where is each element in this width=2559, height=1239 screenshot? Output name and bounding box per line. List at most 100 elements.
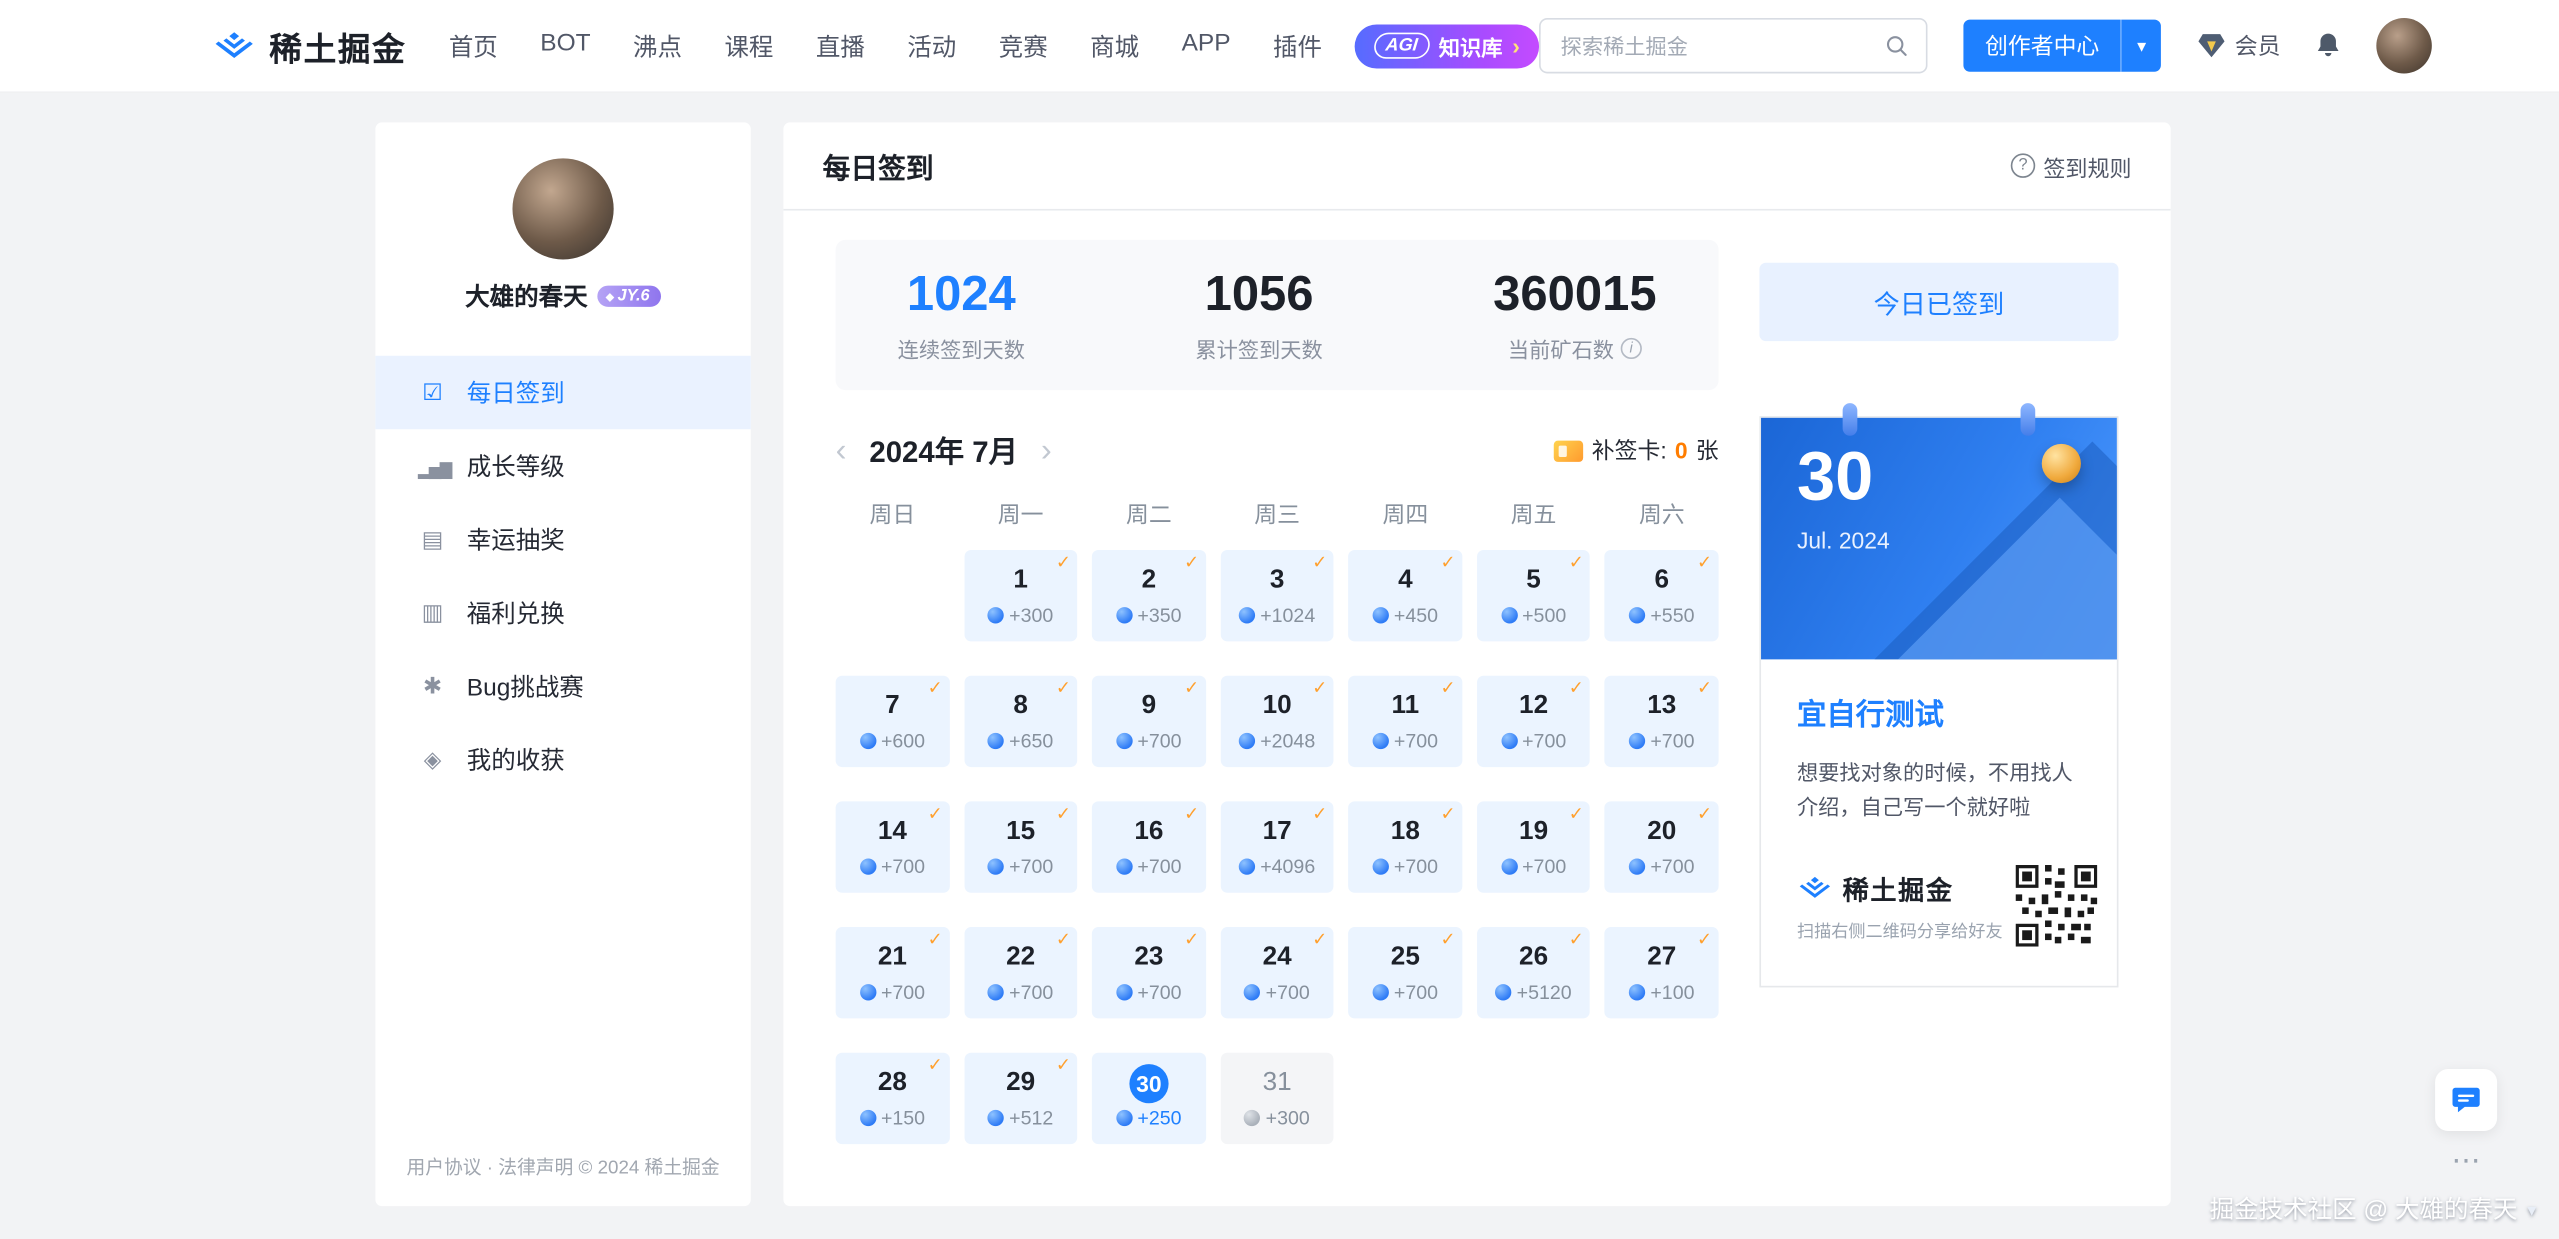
- nav-item[interactable]: 插件: [1273, 29, 1322, 63]
- calendar-day-cell[interactable]: 17 +4096: [1220, 801, 1334, 893]
- menu-icon: [418, 672, 447, 700]
- next-month-button[interactable]: ›: [1041, 434, 1052, 467]
- calendar-day-cell[interactable]: 24 +700: [1220, 927, 1334, 1019]
- calendar-day-cell[interactable]: 13 +700: [1605, 675, 1719, 768]
- reward-amount: +100: [1650, 980, 1695, 1004]
- calendar-day-cell[interactable]: 16 +700: [1092, 801, 1206, 893]
- stat-label: 累计签到天数: [1195, 337, 1323, 362]
- nav-item[interactable]: APP: [1182, 29, 1231, 63]
- logo[interactable]: 稀土掘金: [212, 22, 406, 69]
- reward-amount: +700: [880, 855, 926, 879]
- nav-item[interactable]: 活动: [907, 29, 956, 63]
- check-icon: [1697, 803, 1712, 824]
- calendar-day-cell[interactable]: 5 +500: [1476, 550, 1591, 642]
- sidebar-footer-links[interactable]: 用户协议 · 法律声明 © 2024 稀土掘金: [375, 1154, 750, 1180]
- check-icon: [928, 677, 943, 698]
- sidebar-menu-item[interactable]: Bug挑战赛: [375, 650, 750, 723]
- ore-icon: [1116, 984, 1133, 1001]
- calendar-day-cell[interactable]: 12 +700: [1476, 675, 1591, 768]
- prev-month-button[interactable]: ‹: [836, 434, 847, 467]
- signin-rules-link[interactable]: 签到规则: [2010, 149, 2132, 182]
- ore-icon: [1244, 1109, 1261, 1127]
- caret-down-icon: [2527, 1195, 2536, 1223]
- more-button[interactable]: [2435, 1144, 2497, 1183]
- makeup-card-entry[interactable]: 补签卡: 0 张: [1554, 434, 1719, 467]
- calendar-day-cell[interactable]: 15 +700: [963, 801, 1078, 893]
- calendar-day-cell[interactable]: 6 +550: [1605, 550, 1719, 642]
- weekday-label: 周五: [1510, 501, 1557, 528]
- calendar-month-label: 2024年 7月: [869, 435, 1018, 469]
- calendar-day-cell[interactable]: 10 +2048: [1220, 675, 1334, 768]
- profile-avatar[interactable]: [512, 158, 614, 260]
- ore-icon: [1500, 732, 1518, 750]
- creator-center-button[interactable]: 创作者中心: [1963, 19, 2162, 72]
- calendar-day-cell[interactable]: 9 +700: [1092, 675, 1206, 768]
- nav-item[interactable]: 课程: [724, 29, 773, 63]
- calendar-day-cell[interactable]: 3 +1024: [1220, 550, 1334, 642]
- search-input[interactable]: [1541, 33, 1868, 58]
- check-icon: [1184, 803, 1199, 824]
- calendar-day-cell[interactable]: 4 +450: [1348, 550, 1463, 642]
- user-avatar[interactable]: [2376, 17, 2433, 74]
- vip-diamond-icon: [2198, 34, 2225, 58]
- sidebar-menu-item[interactable]: 我的收获: [375, 723, 750, 796]
- sidebar-menu-item[interactable]: 幸运抽奖: [375, 503, 750, 576]
- agi-knowledge-badge[interactable]: AGI 知识库 ›: [1354, 23, 1540, 68]
- nav-item[interactable]: 首页: [449, 29, 498, 63]
- calendar-day-cell[interactable]: 22 +700: [963, 927, 1078, 1019]
- member-entry[interactable]: 会员: [2197, 29, 2280, 62]
- calendar-day-cell[interactable]: 27 +100: [1605, 927, 1719, 1019]
- reward-amount: +5120: [1516, 980, 1572, 1004]
- calendar-day-cell[interactable]: 14 +700: [835, 801, 950, 893]
- info-icon[interactable]: [1620, 337, 1642, 359]
- reward-amount: +700: [1137, 729, 1182, 753]
- calendar-day-cell[interactable]: 19 +700: [1476, 801, 1591, 893]
- sidebar-menu-item[interactable]: 每日签到: [375, 355, 751, 430]
- sidebar-menu-item[interactable]: 福利兑换: [375, 576, 750, 649]
- ore-icon: [1500, 858, 1518, 875]
- ore-icon: [1238, 858, 1256, 875]
- calendar-day-cell[interactable]: 8 +650: [963, 675, 1078, 768]
- calendar-day-cell[interactable]: 21 +700: [835, 927, 950, 1019]
- stat-label: 连续签到天数: [897, 337, 1025, 362]
- calendar-day-cell[interactable]: 1 +300: [963, 550, 1078, 642]
- calendar-day-cell[interactable]: 29 +512: [963, 1052, 1078, 1145]
- daily-share-card[interactable]: 30 Jul. 2024 宜自行测试 想要找对象的时候，不用找人介绍，自己写一个…: [1759, 403, 2119, 988]
- signed-today-button[interactable]: 今日已签到: [1759, 262, 2119, 342]
- reward-amount: +700: [1522, 729, 1567, 753]
- reward-amount: +512: [1009, 1106, 1054, 1130]
- profile-username[interactable]: 大雄的春天: [465, 279, 587, 313]
- sidebar-menu-item[interactable]: 成长等级: [375, 429, 750, 502]
- check-icon: [1697, 552, 1712, 573]
- chevron-down-icon[interactable]: [2122, 31, 2161, 60]
- calendar-day-cell[interactable]: 11 +700: [1348, 675, 1463, 768]
- check-icon: [1312, 552, 1327, 573]
- calendar-day-cell[interactable]: 31 +300: [1220, 1052, 1334, 1145]
- golden-ball-icon: [2041, 443, 2081, 484]
- notification-bell-button[interactable]: [2313, 30, 2344, 61]
- reward-amount: +250: [1137, 1106, 1182, 1130]
- calendar-day-cell[interactable]: 2 +350: [1092, 550, 1206, 642]
- page-title: 每日签到: [822, 153, 934, 185]
- calendar-day-cell[interactable]: 26 +5120: [1476, 927, 1591, 1019]
- calendar-day-cell[interactable]: 7 +600: [835, 675, 950, 768]
- member-label: 会员: [2234, 32, 2281, 59]
- calendar-day-cell[interactable]: 18 +700: [1348, 801, 1463, 893]
- calendar-day-cell[interactable]: 20 +700: [1605, 801, 1719, 893]
- day-number: 30: [1129, 1064, 1169, 1104]
- calendar-day-cell[interactable]: 30 +250: [1092, 1052, 1206, 1145]
- check-icon: [1569, 803, 1584, 824]
- nav-item[interactable]: 商城: [1090, 29, 1139, 63]
- calendar-day-cell[interactable]: 23 +700: [1092, 927, 1206, 1019]
- nav-item[interactable]: 竞赛: [999, 29, 1048, 63]
- rules-label: 签到规则: [2043, 155, 2132, 181]
- calendar-day-cell[interactable]: 25 +700: [1348, 927, 1463, 1019]
- search-icon[interactable]: [1868, 20, 1927, 72]
- reward-amount: +700: [1522, 855, 1567, 879]
- nav-item[interactable]: 直播: [816, 29, 865, 63]
- feedback-chat-button[interactable]: [2435, 1069, 2498, 1132]
- reward-amount: +350: [1137, 603, 1182, 627]
- nav-item[interactable]: 沸点: [633, 29, 682, 63]
- calendar-day-cell[interactable]: 28 +150: [835, 1052, 950, 1145]
- nav-item[interactable]: BOT: [540, 29, 590, 63]
